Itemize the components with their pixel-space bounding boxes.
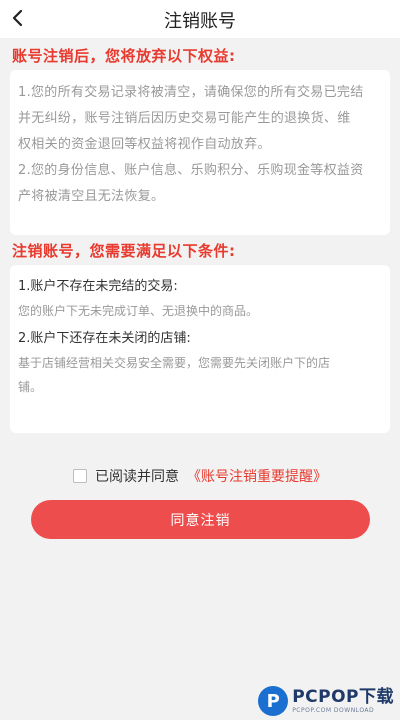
cancellation-notice-link[interactable]: 《账号注销重要提醒》 [187,466,327,486]
rule-line: 权相关的资金退回等权益将视作自动放弃。 [18,137,271,152]
condition-description: 基于店铺经营相关交易安全需要，您需要先关闭账户下的店 [18,356,331,370]
conditions-heading: 注销账号，您需要满足以下条件: [12,242,236,260]
rule-line: 2.您的身份信息、账户信息、乐购积分、乐购现金等权益资 [18,163,364,178]
agree-checkbox[interactable] [73,469,87,483]
rule-line: 产将被清空且无法恢复。 [18,189,165,204]
agreement-row: 已阅读并同意 《账号注销重要提醒》 [0,464,400,488]
top-bar: 注销账号 [0,0,400,38]
rule-line: 并无纠纷，账号注销后因历史交易可能产生的退换货、维 [18,111,351,126]
conditions-card: 1.账户不存在未完结的交易: 您的账户下无未完成订单、无退换中的商品。 2.账户… [10,265,390,433]
watermark: P PCPOP下载 PCPOP.COM DOWNLOAD [258,686,394,716]
watermark-logo: P [258,686,289,716]
watermark-brand: PCPOP下载 [292,686,394,707]
agreement-label: 已阅读并同意 [95,469,179,485]
condition-description: 铺。 [18,380,43,394]
page: 注销账号 账号注销后，您将放弃以下权益: 1.您的所有交易记录将被清空，请确保您… [0,0,400,720]
page-title: 注销账号 [164,11,236,32]
forfeit-rights-heading: 账号注销后，您将放弃以下权益: [12,47,236,65]
condition-title: 2.账户下还存在未关闭的店铺: [18,331,191,346]
rule-line: 1.您的所有交易记录将被清空，请确保您的所有交易已完结 [18,85,364,100]
agree-cancel-button[interactable]: 同意注销 [31,500,370,539]
condition-description: 您的账户下无未完成订单、无退换中的商品。 [18,304,259,318]
forfeit-rights-card: 1.您的所有交易记录将被清空，请确保您的所有交易已完结 并无纠纷，账号注销后因历… [10,70,390,235]
watermark-subtitle: PCPOP.COM DOWNLOAD [292,706,375,714]
condition-title: 1.账户不存在未完结的交易: [18,279,178,294]
